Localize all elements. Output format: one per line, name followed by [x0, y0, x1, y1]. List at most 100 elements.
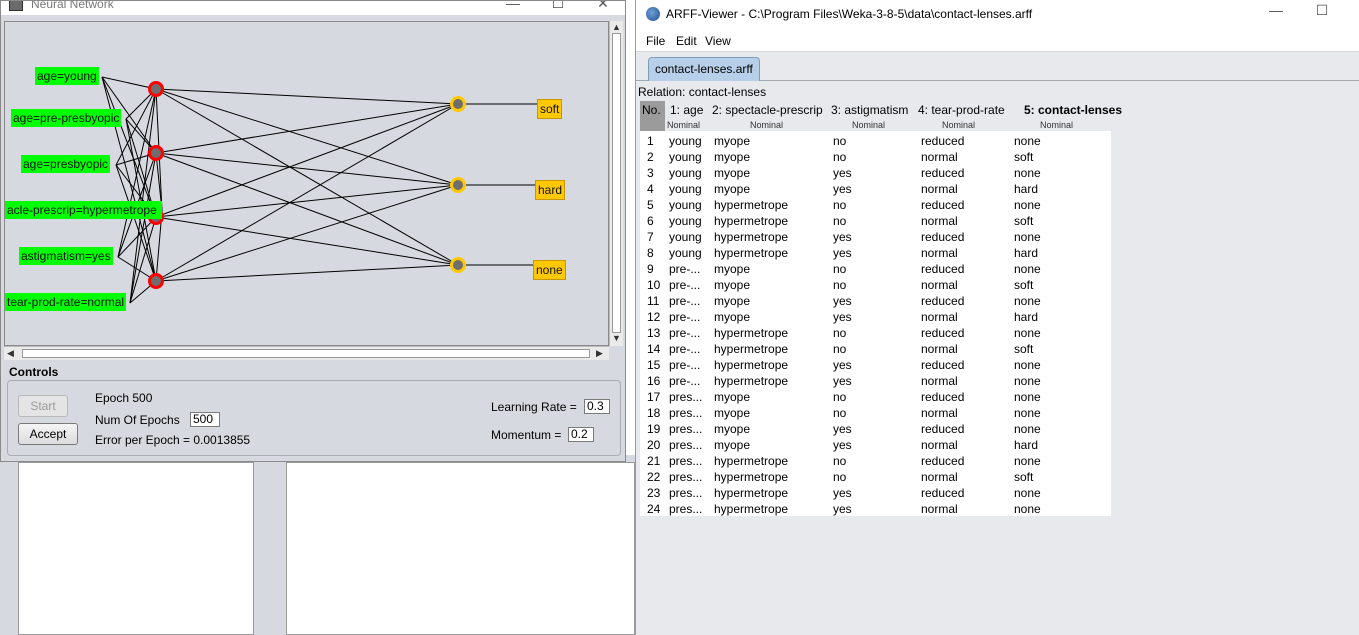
cell-spectacle-prescrip[interactable]: myope	[714, 278, 750, 292]
cell-astigmatism[interactable]: no	[833, 326, 846, 340]
table-row[interactable]: 9 pre-... myope no reduced none	[640, 261, 1111, 277]
table-row[interactable]: 3 young myope yes reduced none	[640, 165, 1111, 181]
accept-button[interactable]: Accept	[18, 423, 78, 445]
cell-tear-prod-rate[interactable]: normal	[921, 214, 958, 228]
cell-contact-lenses[interactable]: soft	[1014, 150, 1033, 164]
cell-astigmatism[interactable]: no	[833, 454, 846, 468]
table-row[interactable]: 24 pres... hypermetrope yes normal none	[640, 501, 1111, 517]
cell-tear-prod-rate[interactable]: normal	[921, 342, 958, 356]
cell-spectacle-prescrip[interactable]: hypermetrope	[714, 502, 788, 516]
cell-contact-lenses[interactable]: hard	[1014, 438, 1038, 452]
cell-age[interactable]: pres...	[669, 438, 702, 452]
table-row[interactable]: 18 pres... myope no normal none	[640, 405, 1111, 421]
cell-tear-prod-rate[interactable]: reduced	[921, 390, 964, 404]
cell-astigmatism[interactable]: yes	[833, 438, 852, 452]
cell-spectacle-prescrip[interactable]: hypermetrope	[714, 470, 788, 484]
cell-spectacle-prescrip[interactable]: hypermetrope	[714, 454, 788, 468]
cell-no[interactable]: 7	[647, 230, 654, 244]
cell-age[interactable]: young	[669, 134, 702, 148]
start-button[interactable]: Start	[18, 395, 68, 417]
cell-astigmatism[interactable]: no	[833, 342, 846, 356]
cell-age[interactable]: pres...	[669, 470, 702, 484]
table-row[interactable]: 8 young hypermetrope yes normal hard	[640, 245, 1111, 261]
cell-contact-lenses[interactable]: soft	[1014, 342, 1033, 356]
table-row[interactable]: 11 pre-... myope yes reduced none	[640, 293, 1111, 309]
cell-contact-lenses[interactable]: soft	[1014, 214, 1033, 228]
scroll-up-icon[interactable]: ▲	[612, 22, 621, 32]
output-node-1[interactable]	[450, 177, 466, 193]
cell-no[interactable]: 20	[647, 438, 660, 452]
cell-astigmatism[interactable]: no	[833, 198, 846, 212]
cell-astigmatism[interactable]: yes	[833, 422, 852, 436]
num-epochs-input[interactable]: 500	[190, 412, 220, 427]
cell-age[interactable]: young	[669, 214, 702, 228]
table-row[interactable]: 20 pres... myope yes normal hard	[640, 437, 1111, 453]
cell-astigmatism[interactable]: no	[833, 262, 846, 276]
cell-contact-lenses[interactable]: none	[1014, 454, 1041, 468]
cell-spectacle-prescrip[interactable]: myope	[714, 294, 750, 308]
cell-tear-prod-rate[interactable]: normal	[921, 502, 958, 516]
scroll-thumb[interactable]	[22, 349, 590, 358]
cell-no[interactable]: 8	[647, 246, 654, 260]
menu-edit[interactable]: Edit	[676, 34, 697, 48]
cell-age[interactable]: pres...	[669, 406, 702, 420]
cell-tear-prod-rate[interactable]: reduced	[921, 326, 964, 340]
cell-age[interactable]: young	[669, 166, 702, 180]
cell-astigmatism[interactable]: no	[833, 406, 846, 420]
cell-tear-prod-rate[interactable]: normal	[921, 374, 958, 388]
cell-spectacle-prescrip[interactable]: myope	[714, 406, 750, 420]
input-label-2[interactable]: age=presbyopic	[21, 155, 111, 173]
cell-astigmatism[interactable]: no	[833, 390, 846, 404]
output-label-none[interactable]: none	[533, 260, 566, 280]
input-label-4[interactable]: astigmatism=yes	[19, 247, 113, 265]
cell-astigmatism[interactable]: no	[833, 134, 846, 148]
cell-astigmatism[interactable]: yes	[833, 374, 852, 388]
learning-rate-input[interactable]: 0.3	[584, 399, 610, 414]
table-row[interactable]: 7 young hypermetrope yes reduced none	[640, 229, 1111, 245]
cell-contact-lenses[interactable]: none	[1014, 262, 1041, 276]
input-label-5[interactable]: tear-prod-rate=normal	[5, 293, 127, 311]
output-label-soft[interactable]: soft	[537, 99, 563, 119]
cell-contact-lenses[interactable]: none	[1014, 294, 1041, 308]
scroll-down-icon[interactable]: ▼	[612, 333, 621, 343]
column-header-astigmatism[interactable]: 3: astigmatism	[831, 103, 908, 117]
cell-astigmatism[interactable]: yes	[833, 182, 852, 196]
cell-no[interactable]: 18	[647, 406, 660, 420]
cell-spectacle-prescrip[interactable]: hypermetrope	[714, 198, 788, 212]
cell-astigmatism[interactable]: yes	[833, 294, 852, 308]
menu-view[interactable]: View	[705, 34, 731, 48]
cell-spectacle-prescrip[interactable]: myope	[714, 182, 750, 196]
cell-contact-lenses[interactable]: none	[1014, 198, 1041, 212]
cell-age[interactable]: pres...	[669, 422, 702, 436]
cell-spectacle-prescrip[interactable]: hypermetrope	[714, 246, 788, 260]
table-row[interactable]: 10 pre-... myope no normal soft	[640, 277, 1111, 293]
table-row[interactable]: 6 young hypermetrope no normal soft	[640, 213, 1111, 229]
cell-contact-lenses[interactable]: none	[1014, 486, 1041, 500]
table-row[interactable]: 13 pre-... hypermetrope no reduced none	[640, 325, 1111, 341]
column-header-contact-lenses[interactable]: 5: contact-lenses	[1024, 103, 1122, 117]
cell-contact-lenses[interactable]: none	[1014, 406, 1041, 420]
cell-age[interactable]: young	[669, 246, 702, 260]
cell-tear-prod-rate[interactable]: normal	[921, 246, 958, 260]
cell-astigmatism[interactable]: no	[833, 150, 846, 164]
cell-no[interactable]: 11	[647, 294, 659, 308]
cell-contact-lenses[interactable]: none	[1014, 166, 1041, 180]
table-row[interactable]: 15 pre-... hypermetrope yes reduced none	[640, 357, 1111, 373]
maximize-icon[interactable]: ☐	[1302, 2, 1342, 19]
cell-tear-prod-rate[interactable]: normal	[921, 150, 958, 164]
cell-tear-prod-rate[interactable]: reduced	[921, 486, 964, 500]
cell-tear-prod-rate[interactable]: reduced	[921, 294, 964, 308]
cell-age[interactable]: young	[669, 230, 702, 244]
cell-age[interactable]: pres...	[669, 502, 702, 516]
table-row[interactable]: 23 pres... hypermetrope yes reduced none	[640, 485, 1111, 501]
hidden-node-3[interactable]	[148, 273, 164, 289]
cell-no[interactable]: 5	[647, 198, 654, 212]
cell-age[interactable]: pre-...	[669, 326, 700, 340]
data-table[interactable]: No. 1: age Nominal 2: spectacle-prescrip…	[640, 101, 1122, 517]
cell-no[interactable]: 22	[647, 470, 660, 484]
cell-no[interactable]: 10	[647, 278, 660, 292]
table-row[interactable]: 1 young myope no reduced none	[640, 133, 1111, 149]
cell-age[interactable]: young	[669, 198, 702, 212]
cell-no[interactable]: 4	[647, 182, 654, 196]
cell-contact-lenses[interactable]: none	[1014, 230, 1041, 244]
